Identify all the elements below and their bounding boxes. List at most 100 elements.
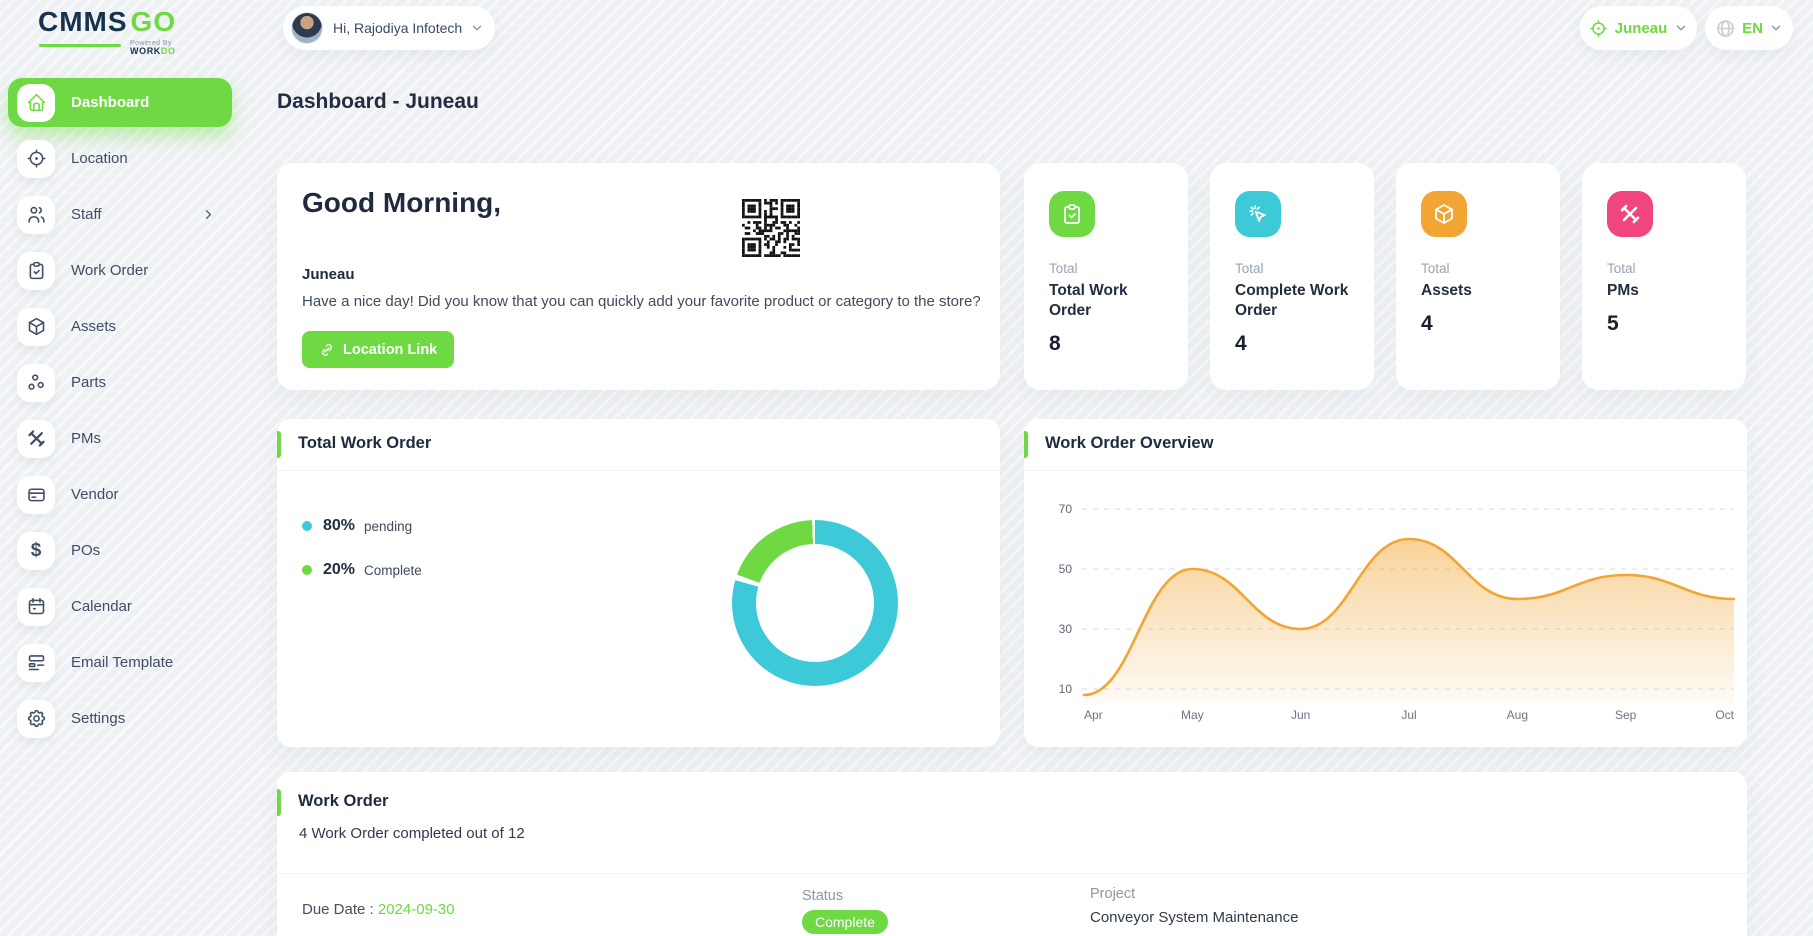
total-work-order-card: Total Work Order 80% pending 20% Complet… [277, 419, 1000, 747]
location-link-button[interactable]: Location Link [302, 331, 454, 368]
sidebar-item-label: PMs [71, 430, 101, 447]
svg-text:Apr: Apr [1084, 708, 1103, 722]
link-icon [319, 342, 335, 358]
app-logo[interactable]: CMMSGO Powered By WORKDO [38, 8, 176, 50]
sidebar-item-label: Email Template [71, 654, 173, 671]
sidebar-item-settings[interactable]: Settings [8, 694, 232, 743]
card-accent-bar [277, 789, 281, 816]
sidebar-item-label: Work Order [71, 262, 148, 279]
language-selector[interactable]: EN [1705, 6, 1793, 50]
stat-label: Total [1049, 261, 1166, 276]
dashboard-page: CMMSGO Powered By WORKDO Hi, Rajodiya In… [0, 0, 1813, 936]
work-order-donut-chart [732, 520, 898, 686]
crossed-tools-icon [1618, 202, 1642, 226]
legend-label: Complete [364, 563, 422, 578]
sidebar-item-parts[interactable]: Parts [8, 358, 232, 407]
sidebar-item-label: Location [71, 150, 128, 167]
gear-icon [26, 708, 47, 729]
location-target-icon [1589, 19, 1608, 38]
location-target-icon [26, 148, 47, 169]
calendar-icon [26, 596, 47, 617]
stat-card-complete-work-order: Total Complete Work Order 4 [1210, 163, 1374, 390]
sidebar-item-staff[interactable]: Staff [8, 190, 232, 239]
svg-text:70: 70 [1059, 502, 1073, 516]
divider [1024, 470, 1747, 471]
sidebar-item-dashboard[interactable]: Dashboard [8, 78, 232, 127]
stat-value: 8 [1049, 332, 1166, 356]
clipboard-check-icon [26, 260, 47, 281]
legend-pct: 20% [323, 561, 355, 579]
greeting-heading: Good Morning, [302, 187, 501, 219]
sidebar-item-vendor[interactable]: Vendor [8, 470, 232, 519]
sidebar: Dashboard Location Staff Work Order Asse… [0, 78, 237, 750]
svg-text:Aug: Aug [1507, 708, 1528, 722]
sidebar-item-pms[interactable]: PMs [8, 414, 232, 463]
status-label: Status [802, 888, 888, 904]
logo-text-primary: CMMS [38, 6, 128, 37]
stat-label: Total [1421, 261, 1538, 276]
due-date-value: 2024-09-30 [378, 901, 455, 918]
card-title: Work Order [298, 792, 388, 811]
svg-text:Jun: Jun [1291, 708, 1310, 722]
card-title: Total Work Order [298, 434, 431, 453]
sidebar-item-assets[interactable]: Assets [8, 302, 232, 351]
sidebar-item-location[interactable]: Location [8, 134, 232, 183]
legend-pct: 80% [323, 517, 355, 535]
legend-item-complete: 20% Complete [302, 561, 422, 579]
svg-text:50: 50 [1059, 562, 1073, 576]
svg-text:Jul: Jul [1401, 708, 1416, 722]
sidebar-item-label: Dashboard [71, 94, 149, 111]
credit-card-icon [26, 484, 47, 505]
sidebar-item-calendar[interactable]: Calendar [8, 582, 232, 631]
stat-label: Total [1607, 261, 1724, 276]
cube-icon [1432, 202, 1456, 226]
legend-dot-complete [302, 565, 312, 575]
legend-label: pending [364, 519, 412, 534]
stat-label: Total [1235, 261, 1352, 276]
clipboard-check-icon [1060, 202, 1084, 226]
sidebar-item-email-template[interactable]: Email Template [8, 638, 232, 687]
stat-value: 4 [1235, 332, 1352, 356]
status-badge: Complete [802, 910, 888, 934]
svg-text:30: 30 [1059, 622, 1073, 636]
sidebar-item-label: Settings [71, 710, 125, 727]
sidebar-item-work-order[interactable]: Work Order [8, 246, 232, 295]
stat-title: Complete Work Order [1235, 281, 1353, 321]
dollar-icon: $ [31, 541, 42, 560]
chevron-down-icon [1769, 21, 1783, 35]
sidebar-item-label: Vendor [71, 486, 119, 503]
status-column: Status Complete [802, 888, 888, 934]
divider [277, 470, 1000, 471]
language-selector-value: EN [1742, 20, 1763, 37]
work-order-summary-card: Work Order 4 Work Order completed out of… [277, 772, 1747, 936]
project-column: Project Conveyor System Maintenance [1090, 886, 1298, 926]
location-selector[interactable]: Juneau [1580, 6, 1697, 50]
stat-title: Total Work Order [1049, 281, 1167, 321]
work-order-overview-card: Work Order Overview 70503010AprMayJunJul… [1024, 419, 1747, 747]
card-accent-bar [1024, 431, 1028, 458]
work-order-overview-chart: 70503010AprMayJunJulAugSepOct [1036, 481, 1738, 731]
cursor-click-icon [1246, 202, 1270, 226]
globe-icon [1715, 18, 1736, 39]
stat-card-total-work-order: Total Total Work Order 8 [1024, 163, 1188, 390]
svg-text:Oct: Oct [1715, 708, 1734, 722]
sidebar-item-label: Parts [71, 374, 106, 391]
stat-value: 4 [1421, 312, 1538, 336]
project-value: Conveyor System Maintenance [1090, 909, 1298, 926]
sidebar-item-pos[interactable]: $ POs [8, 526, 232, 575]
logo-text-secondary: GO [131, 6, 177, 37]
card-title: Work Order Overview [1045, 434, 1213, 453]
logo-underline [39, 44, 121, 47]
chevron-down-icon [1674, 21, 1688, 35]
legend-item-pending: 80% pending [302, 517, 412, 535]
legend-dot-pending [302, 521, 312, 531]
user-menu[interactable]: Hi, Rajodiya Infotech [283, 6, 495, 50]
qr-code [742, 199, 800, 257]
divider [277, 873, 1747, 874]
svg-text:10: 10 [1059, 682, 1073, 696]
card-accent-bar [277, 431, 281, 458]
welcome-card: Good Morning, Juneau Have a nice day! Di… [277, 163, 1000, 390]
page-title: Dashboard - Juneau [277, 90, 479, 114]
work-order-summary-text: 4 Work Order completed out of 12 [299, 825, 525, 842]
stat-card-pms: Total PMs 5 [1582, 163, 1746, 390]
